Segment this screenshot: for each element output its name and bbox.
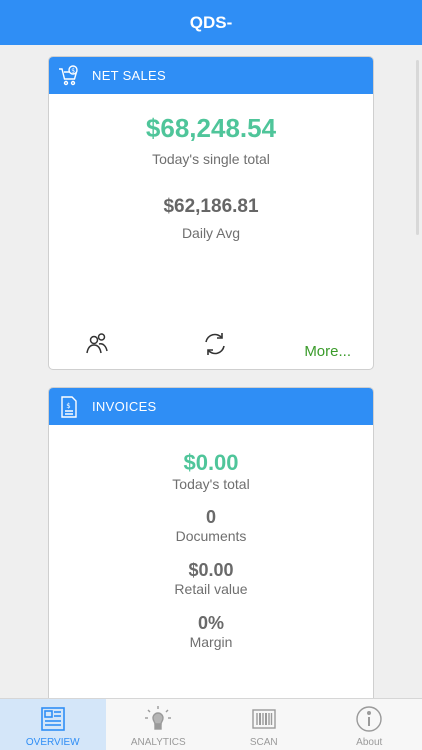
invoice-retail-value-label: Retail value: [174, 581, 248, 597]
tab-about[interactable]: About: [317, 699, 422, 750]
invoice-today-total-label: Today's total: [172, 476, 250, 492]
info-icon: [354, 704, 384, 734]
invoices-card: $ INVOICES $0.00 Today's total 0 Documen…: [48, 387, 374, 707]
invoice-margin-label: Margin: [189, 634, 233, 650]
invoice-retail-value: $0.00 Retail value: [49, 560, 373, 597]
tab-about-label: About: [356, 737, 383, 748]
tab-bar: OVERVIEW ANALYTICS SCAN About: [0, 698, 422, 750]
lightbulb-icon: [143, 704, 173, 734]
barcode-icon: [249, 704, 279, 734]
invoice-documents-label: Documents: [175, 528, 247, 544]
invoice-retail-value-value: $0.00: [188, 560, 234, 580]
invoice-document-icon: $: [58, 395, 80, 418]
net-sales-header: $ NET SALES: [49, 57, 373, 94]
daily-avg-label: Daily Avg: [181, 225, 241, 241]
invoice-margin: 0% Margin: [49, 613, 373, 650]
cart-icon: $: [58, 64, 80, 87]
overview-icon: [38, 704, 68, 734]
app-title: QDS-: [189, 12, 233, 32]
invoice-margin-value: 0%: [197, 613, 224, 633]
invoice-today-total-value: $0.00: [183, 450, 239, 475]
net-sales-title: NET SALES: [92, 68, 166, 83]
invoices-title: INVOICES: [92, 399, 157, 414]
tab-overview-label: OVERVIEW: [25, 737, 80, 748]
more-link[interactable]: More...: [304, 343, 351, 360]
refresh-icon[interactable]: [201, 330, 229, 358]
invoice-today-total: $0.00 Today's total: [49, 450, 373, 492]
scrollbar[interactable]: [416, 60, 419, 235]
top-bar: QDS-: [0, 0, 422, 45]
invoice-documents: 0 Documents: [49, 507, 373, 544]
tab-analytics-label: ANALYTICS: [130, 737, 186, 748]
net-sales-amount-label: Today's single total: [152, 151, 270, 167]
svg-text:$: $: [66, 402, 71, 410]
tab-scan[interactable]: SCAN: [211, 699, 317, 750]
tab-scan-label: SCAN: [249, 737, 278, 748]
net-sales-amount: $68,248.54: [145, 113, 277, 143]
invoice-documents-value: 0: [205, 507, 216, 527]
daily-avg-value: $62,186.81: [163, 196, 259, 217]
tab-overview[interactable]: OVERVIEW: [0, 699, 106, 750]
svg-text:$: $: [71, 67, 75, 74]
invoices-header: $ INVOICES: [49, 388, 373, 425]
tab-analytics[interactable]: ANALYTICS: [106, 699, 212, 750]
customers-icon[interactable]: [83, 330, 111, 358]
net-sales-card: $ NET SALES $68,248.54 Today's single to…: [48, 56, 374, 370]
